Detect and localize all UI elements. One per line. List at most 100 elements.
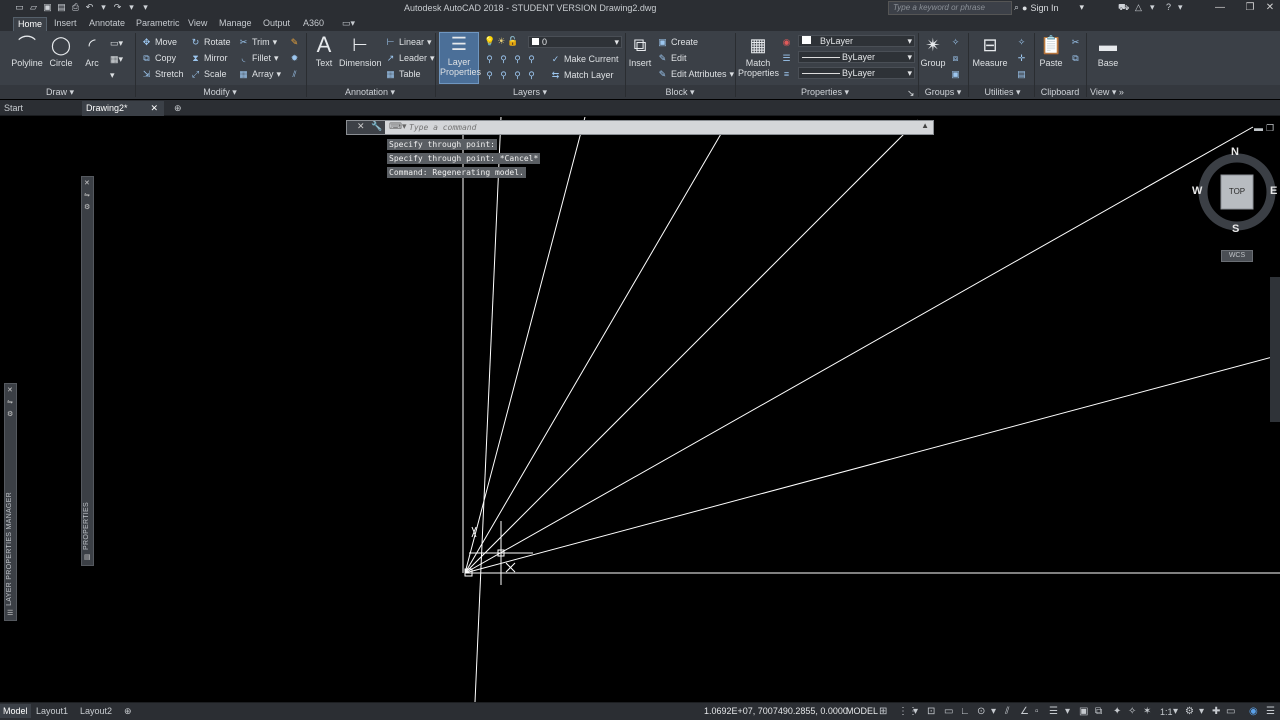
explode-icon[interactable]: ✹	[289, 51, 300, 65]
help-icon[interactable]: ?	[1166, 2, 1171, 13]
file-tab-drawing[interactable]: Drawing2* ✕	[82, 101, 164, 116]
new-tab-icon[interactable]: ⊕	[170, 101, 186, 116]
drawn-line[interactable]	[464, 119, 919, 574]
ungroup-icon[interactable]: ✧	[950, 35, 961, 49]
selection-cycling-icon[interactable]: ⧉	[1095, 706, 1102, 718]
new-icon[interactable]: ▭	[14, 2, 25, 13]
tab-overflow-icon[interactable]: ▭▾	[338, 17, 359, 31]
tab-annotate[interactable]: Annotate	[85, 17, 129, 31]
fillet-button[interactable]: ◟ Fillet ▾	[238, 51, 279, 65]
tab-view[interactable]: View	[184, 17, 211, 31]
command-input[interactable]	[405, 121, 905, 134]
measure-button[interactable]: ⊟ Measure	[972, 34, 1008, 68]
workspace-gear-icon[interactable]: ⚙	[1185, 706, 1194, 718]
table-button[interactable]: ▦ Table	[385, 67, 420, 81]
panel-utilities-label[interactable]: Utilities ▾	[975, 86, 1030, 98]
panel-block-label[interactable]: Block ▾	[640, 86, 720, 98]
drawn-line[interactable]	[464, 126, 726, 574]
wrench-icon[interactable]: 🔧	[371, 121, 382, 132]
tab-a360[interactable]: A360	[299, 17, 328, 31]
sign-in-button[interactable]: ● Sign In ▾	[1022, 2, 1084, 13]
close-icon[interactable]: ✕	[150, 101, 158, 115]
chevron-down-icon[interactable]: ▾	[1150, 2, 1155, 13]
undo-dropdown-icon[interactable]: ▾	[98, 2, 109, 13]
linetype-dropdown[interactable]: ByLayer ▾	[798, 51, 915, 63]
annotation-visibility-icon[interactable]: ✦	[1113, 706, 1121, 718]
close-icon[interactable]: ✕	[357, 121, 365, 132]
color-dropdown[interactable]: ByLayer ▾	[798, 35, 915, 47]
viewcube[interactable]	[1190, 142, 1280, 292]
redo-icon[interactable]: ↷	[112, 2, 123, 13]
maximize-button[interactable]: ❐	[1240, 1, 1260, 15]
close-button[interactable]: ✕	[1260, 1, 1280, 15]
circle-button[interactable]: ◯ Circle	[46, 34, 76, 68]
quick-select-icon[interactable]: ✧	[1016, 35, 1027, 49]
chevron-up-icon[interactable]: ▲	[921, 121, 929, 130]
id-point-icon[interactable]: ✛	[1016, 51, 1027, 65]
object-snap-tracking-icon[interactable]: ∠	[1020, 706, 1029, 718]
edit-attributes-button[interactable]: ✎ Edit Attributes ▾	[657, 67, 734, 81]
isometric-icon[interactable]: ⫽	[1005, 706, 1009, 718]
trim-button[interactable]: ✂ Trim ▾	[238, 35, 277, 49]
polar-tracking-icon[interactable]: ⊙	[977, 706, 985, 718]
stretch-button[interactable]: ⇲ Stretch	[141, 67, 184, 81]
layer-dropdown[interactable]: 0 ▾	[528, 36, 622, 48]
transparency-icon[interactable]: ▣	[1079, 706, 1088, 718]
properties-dialog-launcher-icon[interactable]: ↘	[907, 86, 915, 100]
file-tab-start[interactable]: Start	[0, 101, 80, 116]
print-icon[interactable]: ⎙	[70, 2, 81, 13]
binoculars-icon[interactable]: ⌕	[1014, 2, 1019, 13]
isolate-objects-icon[interactable]: ◉	[1249, 706, 1258, 718]
tab-manage[interactable]: Manage	[215, 17, 256, 31]
annotation-scale-value[interactable]: 1:1	[1160, 706, 1173, 718]
panel-layers-label[interactable]: Layers ▾	[490, 86, 570, 98]
viewport-restore-icon[interactable]: ❐	[1266, 123, 1274, 134]
grid-icon[interactable]: ⊞	[879, 706, 887, 718]
erase-icon[interactable]: ✎	[289, 35, 300, 49]
leader-button[interactable]: ↗ Leader ▾	[385, 51, 435, 65]
drawn-line[interactable]	[474, 117, 502, 702]
navigation-bar[interactable]	[1270, 277, 1280, 422]
units-icon[interactable]: ▭	[1226, 706, 1235, 718]
tab-insert[interactable]: Insert	[50, 17, 81, 31]
tab-output[interactable]: Output	[259, 17, 294, 31]
panel-annotation-label[interactable]: Annotation ▾	[330, 86, 410, 98]
cut-icon[interactable]: ✂	[1070, 35, 1081, 49]
panel-clipboard-label[interactable]: Clipboard	[1036, 86, 1084, 98]
wcs-menu[interactable]: WCS	[1221, 250, 1253, 262]
chevron-down-icon[interactable]: ▾	[991, 706, 996, 718]
panel-groups-label[interactable]: Groups ▾	[918, 86, 968, 98]
palette-settings-icon[interactable]: ⚙	[7, 410, 13, 418]
chevron-down-icon[interactable]: ▾	[1065, 706, 1070, 718]
drawing-svg[interactable]	[0, 117, 1280, 702]
a360-icon[interactable]: △	[1135, 2, 1142, 13]
palette-settings-icon[interactable]: ⚙	[84, 203, 90, 211]
draw-more-icon[interactable]: ▾	[110, 68, 115, 82]
drawn-line[interactable]	[464, 117, 586, 574]
compass-north[interactable]: N	[1231, 146, 1239, 158]
new-layout-icon[interactable]: ⊕	[121, 704, 135, 718]
group-selection-icon[interactable]: ▣	[950, 67, 961, 81]
layout-tab-layout1[interactable]: Layout1	[33, 704, 71, 718]
panel-modify-label[interactable]: Modify ▾	[180, 86, 260, 98]
command-line-grip[interactable]: ✕ 🔧	[347, 121, 385, 134]
layer-manager-palette[interactable]: ✕ ⇋ ⚙ LAYER PROPERTIES MANAGER ☰	[4, 383, 17, 621]
copy-clip-icon[interactable]: ⧉	[1070, 51, 1081, 65]
mirror-button[interactable]: ⧗ Mirror	[190, 51, 227, 65]
edit-block-button[interactable]: ✎ Edit	[657, 51, 687, 65]
create-block-button[interactable]: ▣ Create	[657, 35, 698, 49]
chevron-down-icon[interactable]: ▾	[1173, 706, 1178, 718]
insert-button[interactable]: ⧉ Insert	[628, 34, 652, 68]
dimension-button[interactable]: ⊢ Dimension	[339, 34, 382, 68]
text-button[interactable]: A Text	[312, 34, 336, 69]
customize-status-bar-icon[interactable]: ☰	[1266, 706, 1275, 718]
search-input[interactable]: Type a keyword or phrase	[888, 1, 1012, 15]
rectangle-icon[interactable]: ▭▾	[110, 36, 123, 50]
base-button[interactable]: ▬ Base	[1093, 34, 1123, 68]
compass-south[interactable]: S	[1232, 223, 1239, 235]
tab-parametric[interactable]: Parametric	[132, 17, 184, 31]
save-icon[interactable]: ▣	[42, 2, 53, 13]
redo-dropdown-icon[interactable]: ▾	[126, 2, 137, 13]
coordinates-readout[interactable]: 1.0692E+07, 7007490.2855, 0.0000	[704, 706, 848, 716]
chevron-down-icon[interactable]: ▾	[913, 706, 918, 718]
